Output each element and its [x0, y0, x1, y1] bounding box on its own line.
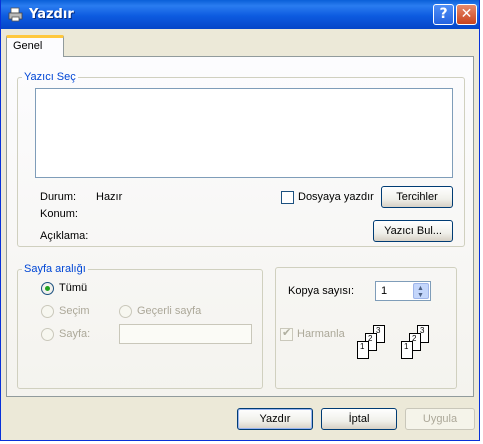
print-dialog: Yazdır ? ✕ Genel Yazıcı Seç Sayfa aralığ… [0, 0, 480, 441]
pages-input[interactable] [119, 324, 252, 344]
status-label: Durum: [40, 191, 77, 203]
copies-label: Kopya sayısı: [288, 285, 355, 297]
range-all-label[interactable]: Tümü [59, 282, 87, 294]
printer-group-legend: Yazıcı Seç [24, 71, 76, 83]
comment-label: Açıklama: [40, 230, 89, 242]
page-icon: 1 [357, 341, 369, 359]
preferences-button[interactable]: Tercihler [381, 186, 453, 208]
range-group-legend: Sayfa aralığı [24, 263, 86, 275]
page-icon: 1 [401, 341, 413, 359]
range-current-page-radio[interactable] [119, 305, 132, 318]
range-selection-label[interactable]: Seçim [59, 305, 90, 317]
print-to-file-label[interactable]: Dosyaya yazdır [298, 191, 374, 203]
range-pages-radio[interactable] [41, 328, 54, 341]
location-label: Konum: [40, 208, 78, 220]
range-selection-radio[interactable] [41, 305, 54, 318]
cancel-button[interactable]: İptal [321, 408, 397, 430]
apply-button[interactable]: Uygula [405, 408, 475, 430]
print-button[interactable]: Yazdır [237, 408, 313, 430]
checkmark-icon: ✔ [282, 327, 292, 339]
collate-label[interactable]: Harmanla [297, 328, 345, 340]
copies-value: 1 [381, 285, 388, 297]
printer-list[interactable] [35, 88, 453, 178]
help-button[interactable]: ? [433, 4, 454, 25]
radio-selected-dot [45, 286, 50, 291]
range-pages-label[interactable]: Sayfa: [59, 328, 90, 340]
collate-checkbox[interactable]: ✔ [280, 327, 293, 341]
find-printer-button[interactable]: Yazıcı Bul... [373, 220, 453, 242]
tab-general[interactable]: Genel [6, 35, 64, 57]
range-all-radio[interactable] [41, 282, 54, 295]
title-bar[interactable]: Yazdır ? ✕ [1, 0, 479, 29]
status-value: Hazır [96, 191, 123, 203]
spin-buttons[interactable]: ▲ ▼ [413, 283, 429, 299]
spin-up-icon[interactable]: ▲ [417, 285, 424, 292]
close-button[interactable]: ✕ [456, 4, 477, 25]
range-current-page-label[interactable]: Geçerli sayfa [137, 305, 201, 317]
printer-icon [8, 7, 23, 22]
window-title: Yazdır [29, 7, 74, 22]
copies-spinner[interactable]: 1 ▲ ▼ [375, 281, 431, 301]
spin-down-icon[interactable]: ▼ [417, 292, 424, 299]
print-to-file-checkbox[interactable] [281, 191, 294, 204]
